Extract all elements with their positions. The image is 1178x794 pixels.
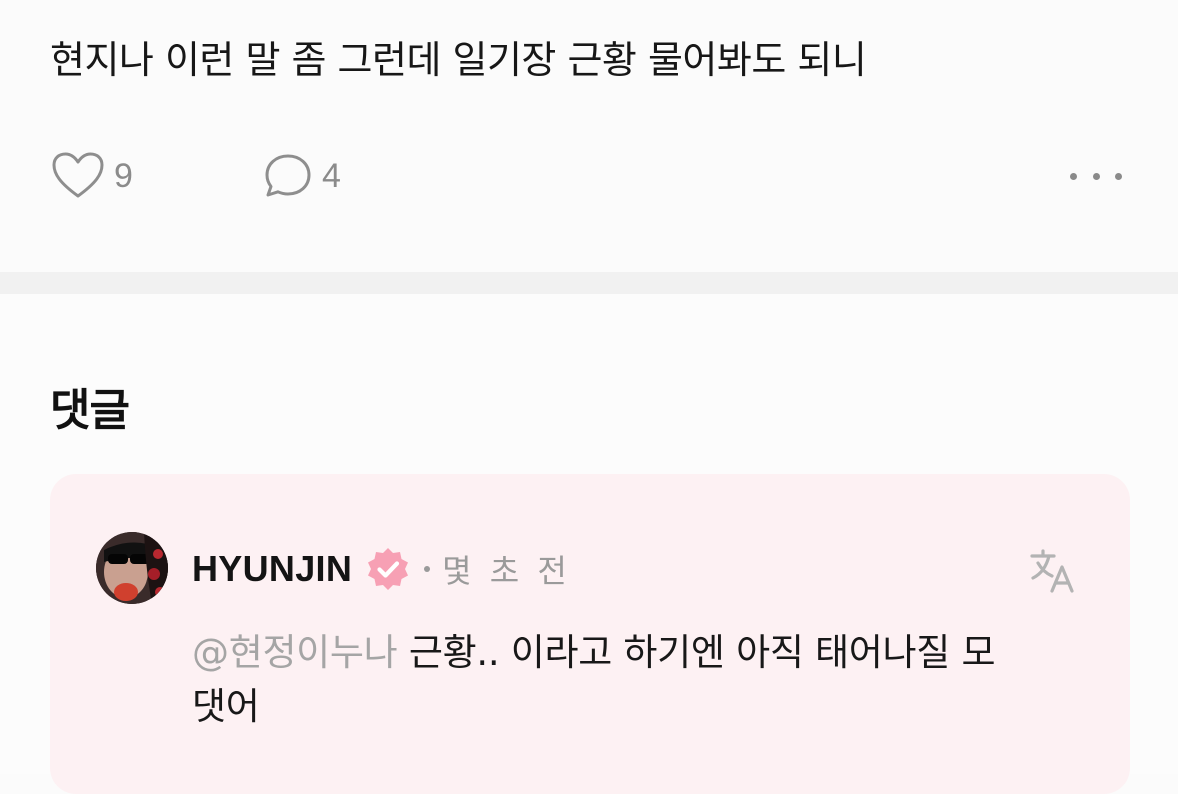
post-text: 현지나 이런 말 좀 그런데 일기장 근황 물어봐도 되니 [50, 38, 867, 82]
comment-text-line1: 근황.. 이라고 하기엔 아직 태어나질 모 [408, 631, 996, 674]
translate-icon [1030, 549, 1074, 593]
verified-badge-icon [368, 548, 409, 590]
avatar-image [96, 532, 168, 604]
comments-title: 댓글 [50, 385, 130, 436]
more-options-button[interactable] [1070, 158, 1122, 194]
comment-button[interactable]: 4 [262, 150, 341, 202]
more-dot [1092, 172, 1100, 180]
section-divider [0, 272, 1178, 294]
author-name[interactable]: HYUNJIN [192, 548, 352, 590]
comment-card: HYUNJIN 몇 초 전 @현정이누나 근황.. 이라고 하기엔 아직 태어나… [50, 474, 1130, 794]
mention-link[interactable]: @현정이누나 [192, 631, 398, 674]
heart-outline-icon [52, 152, 104, 198]
more-dot [1070, 172, 1077, 180]
comment-time: 몇 초 전 [442, 552, 571, 590]
comments-section: 댓글 HYUNJIN 몇 초 전 @현정이누나 근황.. 이라고 하기엔 아직 … [0, 294, 1178, 794]
avatar[interactable] [96, 532, 168, 604]
more-dot [1115, 172, 1122, 180]
translate-button[interactable] [1028, 546, 1078, 596]
speech-bubble-icon [265, 154, 311, 197]
comment-text-line2: 댓어 [192, 685, 260, 728]
like-count: 9 [114, 156, 133, 195]
comment-body: @현정이누나 근황.. 이라고 하기엔 아직 태어나질 모 댓어 [192, 626, 1092, 734]
post: 현지나 이런 말 좀 그런데 일기장 근황 물어봐도 되니 9 4 [0, 0, 1178, 272]
like-button[interactable]: 9 [50, 150, 133, 202]
comment-header: HYUNJIN 몇 초 전 [192, 544, 571, 594]
separator-dot [424, 566, 431, 572]
post-actions: 9 4 [50, 150, 1130, 202]
comment-count: 4 [322, 156, 341, 195]
